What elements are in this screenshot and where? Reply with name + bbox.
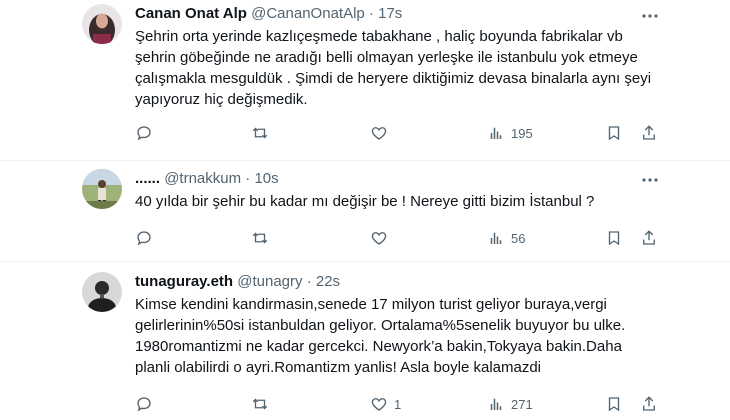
reply-icon	[137, 397, 151, 412]
avatar[interactable]	[82, 272, 122, 312]
retweet-icon	[252, 127, 268, 139]
retweet-icon	[252, 398, 268, 410]
share-button[interactable]	[640, 228, 658, 248]
views-icon	[490, 127, 502, 139]
bookmark-icon	[608, 397, 620, 412]
reply-icon	[137, 231, 151, 246]
tweet-text: 40 yılda bir şehir bu kadar mı değişir b…	[135, 193, 595, 210]
share-icon	[643, 396, 655, 411]
tweet-2[interactable]: ...... @trnakkum · 10s 40 yılda bir şehi…	[0, 161, 730, 261]
reply-button[interactable]	[135, 394, 153, 414]
views-icon	[490, 398, 502, 410]
bookmark-icon	[608, 231, 620, 246]
display-name[interactable]: ......	[135, 170, 160, 187]
timestamp[interactable]: 17s	[378, 5, 402, 22]
more-icon[interactable]	[640, 6, 660, 26]
tweet-header: tunaguray.eth @tunagry · 22s	[135, 272, 660, 292]
like-button[interactable]	[370, 228, 394, 248]
separator-dot: ·	[306, 273, 312, 290]
tweet-1[interactable]: Canan Onat Alp @CananOnatAlp · 17s Şehri…	[0, 0, 730, 160]
tweet-text: Kimse kendini kandirmasin,senede 17 mily…	[135, 296, 626, 376]
share-button[interactable]	[640, 123, 658, 143]
view-count: 195	[511, 125, 533, 141]
views-button[interactable]: 56	[487, 228, 525, 248]
views-icon	[490, 232, 502, 244]
separator-dot: ·	[245, 170, 251, 187]
views-button[interactable]: 271	[487, 394, 533, 414]
retweet-icon	[252, 232, 268, 244]
share-icon	[643, 125, 655, 140]
tweet-3[interactable]: tunaguray.eth @tunagry · 22s Kimse kendi…	[0, 262, 730, 420]
tweet-header: ...... @trnakkum · 10s	[135, 169, 660, 189]
like-button[interactable]: 1	[370, 394, 401, 414]
like-count: 1	[394, 396, 402, 412]
retweet-button[interactable]	[251, 123, 269, 143]
bookmark-button[interactable]	[605, 228, 623, 248]
like-icon	[371, 232, 387, 245]
separator-dot: ·	[368, 5, 374, 22]
share-button[interactable]	[640, 394, 658, 414]
avatar[interactable]	[82, 169, 122, 209]
like-icon	[371, 127, 387, 140]
tweet-header: Canan Onat Alp @CananOnatAlp · 17s	[135, 4, 660, 24]
timestamp[interactable]: 10s	[254, 170, 278, 187]
timestamp[interactable]: 22s	[316, 273, 340, 290]
display-name[interactable]: Canan Onat Alp	[135, 5, 247, 22]
views-button[interactable]: 195	[487, 123, 533, 143]
bookmark-icon	[608, 126, 620, 141]
display-name[interactable]: tunaguray.eth	[135, 273, 233, 290]
more-icon[interactable]	[640, 170, 660, 190]
retweet-button[interactable]	[251, 228, 269, 248]
reply-button[interactable]	[135, 123, 153, 143]
view-count: 271	[511, 396, 533, 412]
user-handle[interactable]: @CananOnatAlp	[251, 5, 365, 22]
action-bar: 1 271	[135, 394, 660, 414]
user-handle[interactable]: @tunagry	[237, 273, 302, 290]
like-icon	[371, 398, 387, 411]
action-bar: 56	[135, 228, 660, 248]
reply-icon	[137, 126, 151, 141]
like-button[interactable]	[370, 123, 394, 143]
view-count: 56	[511, 230, 526, 246]
action-bar: 195	[135, 123, 660, 143]
tweet-text: Şehrin orta yerinde kazlıçeşmede tabakha…	[135, 28, 652, 108]
retweet-button[interactable]	[251, 394, 269, 414]
bookmark-button[interactable]	[605, 394, 623, 414]
reply-button[interactable]	[135, 228, 153, 248]
bookmark-button[interactable]	[605, 123, 623, 143]
share-icon	[643, 230, 655, 245]
user-handle[interactable]: @trnakkum	[164, 170, 241, 187]
avatar[interactable]	[82, 4, 122, 44]
